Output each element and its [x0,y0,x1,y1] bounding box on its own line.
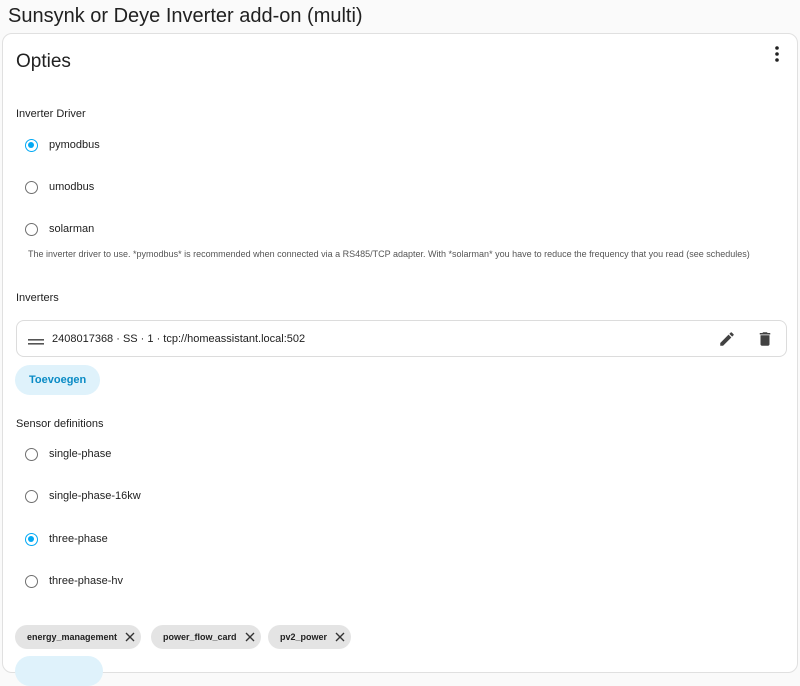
close-icon[interactable] [335,632,345,642]
radio-button[interactable] [25,138,38,152]
radio-label: pymodbus [49,139,100,151]
inverter-driver-label: Inverter Driver [16,108,86,120]
radio-single-phase[interactable]: single-phase [25,445,111,463]
radio-button[interactable] [25,532,38,546]
inverter-list-item[interactable]: 2408017368 · SS · 1 · tcp://homeassistan… [16,320,787,357]
radio-button[interactable] [25,222,38,236]
radio-label: single-phase [49,448,112,460]
sensor-chip[interactable]: energy_management [15,625,142,649]
radio-label: three-phase-hv [49,575,123,587]
sensor-chip[interactable]: pv2_power [268,625,352,649]
radio-three-phase[interactable]: three-phase [25,530,108,548]
radio-solarman[interactable]: solarman [25,220,94,238]
radio-three-phase-hv[interactable]: three-phase-hv [25,572,123,590]
add-inverter-button[interactable]: Toevoegen [15,365,101,395]
chip-label: power_flow_card [163,632,237,642]
pencil-icon[interactable] [718,330,736,348]
chip-label: energy_management [27,632,118,642]
inverter-item-text: 2408017368 · SS · 1 · tcp://homeassistan… [52,332,306,345]
add-sensor-button[interactable] [15,656,103,686]
radio-button[interactable] [25,180,38,194]
radio-button[interactable] [25,489,38,503]
radio-button[interactable] [25,447,38,461]
radio-umodbus[interactable]: umodbus [25,178,94,196]
radio-single-phase-16kw[interactable]: single-phase-16kw [25,487,141,505]
card-title: Opties [16,51,71,72]
drag-handle-icon[interactable] [28,334,44,345]
sensor-definitions-label: Sensor definitions [16,418,104,430]
radio-pymodbus[interactable]: pymodbus [25,136,100,154]
radio-label: single-phase-16kw [49,490,141,502]
radio-label: three-phase [49,533,108,545]
trash-icon[interactable] [756,330,774,348]
chip-label: pv2_power [280,632,328,642]
inverter-driver-helper: The inverter driver to use. *pymodbus* i… [28,249,750,259]
more-vert-icon[interactable] [765,42,789,66]
radio-label: umodbus [49,181,95,193]
page-title: Sunsynk or Deye Inverter add-on (multi) [8,5,363,27]
close-icon[interactable] [245,632,255,642]
radio-button[interactable] [25,574,38,588]
inverters-label: Inverters [16,292,59,304]
options-card: Opties Inverter Driver pymodbus umodbus … [2,33,798,686]
radio-label: solarman [49,223,95,235]
close-icon[interactable] [125,632,135,642]
sensor-chip[interactable]: power_flow_card [151,625,261,649]
